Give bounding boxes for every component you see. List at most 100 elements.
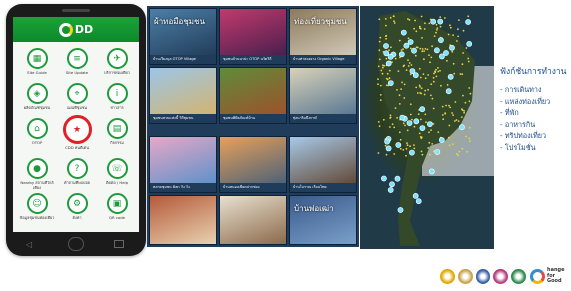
map-marker-icon[interactable] [387,187,394,193]
map-dot [401,81,403,84]
app-tile-label: Site Guide [27,71,47,75]
map-marker-icon[interactable] [434,149,441,155]
collage-photo[interactable]: บ้านหนองเขียดปากช่อง [219,136,287,193]
map-dot [385,84,388,87]
collage-photo[interactable]: ตลาดชุมชน Ban Tu Tu [149,136,217,193]
map-dot [414,19,416,22]
map-marker-icon[interactable] [409,149,415,156]
map-dot [454,101,457,103]
map-dot [433,72,435,75]
map-marker-icon[interactable] [430,18,437,25]
map-marker-icon[interactable] [419,106,426,113]
map-marker-icon[interactable] [403,42,410,49]
collage-photo[interactable]: ชุมชนสวนแห่งนี้ วิถีชุมชน [149,67,217,124]
map-marker-icon[interactable] [400,29,407,36]
map-marker-icon[interactable] [447,73,454,80]
map-marker-icon[interactable] [449,44,455,51]
app-tile[interactable]: ? คำถามที่พบบ่อย [57,158,97,190]
collage-photo[interactable]: ทุ่งนาริมบึงกาฬ [289,67,357,124]
map-marker-icon[interactable] [384,138,390,145]
map-marker-icon[interactable] [387,53,394,60]
map-marker-icon[interactable] [389,181,395,188]
map-marker-icon[interactable] [438,137,445,143]
map-dot [460,116,463,118]
map-marker-icon[interactable] [383,50,390,57]
map-dot [389,116,392,119]
map-dot [425,121,427,124]
map-dot [451,50,454,53]
map-marker-icon[interactable] [411,47,417,54]
map-marker-icon[interactable] [427,121,433,127]
map-dot [464,101,467,104]
cdd-seal-icon [475,268,491,284]
collage-photo[interactable]: ผ้าทอมือชุมชน บ้านเวียงนุล OTOP Village [149,8,217,65]
map-dot [424,113,427,116]
app-tile[interactable]: ★ CDD คนดีเด่น [57,115,97,155]
collage-photo[interactable]: ชุมชนพิพิธภัณฑ์บ้าน [219,67,287,124]
map-marker-icon[interactable] [413,118,420,125]
map-marker-icon[interactable] [434,47,440,54]
collage-photo[interactable]: ท่องเที่ยวชุมชน บ้านท่าสองยาง Organic Vil… [289,8,357,65]
app-tile[interactable]: ▦ Site Guide [17,48,57,80]
map-marker-icon[interactable] [385,145,392,152]
map-marker-icon[interactable] [443,50,449,56]
back-icon[interactable]: ◁ [26,240,32,249]
app-tile-label: Site Update [65,71,89,75]
map-marker-icon[interactable] [438,37,444,43]
map-marker-icon[interactable] [466,41,473,47]
map-dot [393,126,396,129]
map-marker-icon[interactable] [383,43,389,49]
map-marker-icon[interactable] [445,88,452,95]
map-marker-icon[interactable] [465,19,471,25]
map-markers-layer [377,11,475,246]
map-marker-icon[interactable] [428,168,435,175]
app-tile[interactable]: ● Nearby สถานที่ใกล้เคียง [17,158,57,190]
collage-photo[interactable]: บ้านโบราณ เรือนไทย [289,136,357,193]
map-marker-icon[interactable] [385,60,392,67]
map-dot [396,89,398,91]
map-marker-icon[interactable] [395,142,402,148]
app-tile[interactable]: ✈ บริการท่องเที่ยว [97,48,137,80]
map-marker-icon[interactable] [412,192,419,199]
map-marker-icon[interactable] [459,124,465,131]
app-tile[interactable]: ⌖ แผนที่ชุมชน [57,83,97,115]
app-tile[interactable]: ☏ ติดต่อ / Help [97,158,137,190]
map-dot [426,48,429,51]
app-tile[interactable]: ◈ ผลิตภัณฑ์ชุมชน [17,83,57,115]
app-tile-label: ตั้งค่า [72,216,82,220]
collage-photo[interactable]: ชุมชนบ้านนาปะ OTOP นวัตวิถี [219,8,287,65]
app-tile[interactable]: ⚙ ตั้งค่า [57,193,97,225]
logo-text: DD [74,23,94,36]
map-marker-icon[interactable] [394,175,401,182]
recent-apps-icon[interactable] [114,240,124,248]
map-dot [399,138,402,141]
app-tile-label: CDD คนดีเด่น [65,146,89,150]
map-marker-icon[interactable] [399,114,406,121]
map-marker-icon[interactable] [397,207,404,213]
map-marker-icon[interactable] [419,125,426,131]
app-tile[interactable]: ⌂ OTOP [17,118,57,155]
map-dot [467,60,470,63]
app-tile[interactable]: ▣ QR code [97,193,137,225]
map-marker-icon[interactable] [437,18,444,25]
map-dot [441,105,444,108]
map-marker-icon[interactable] [406,120,413,126]
collage-photo[interactable] [219,195,287,245]
home-button[interactable] [68,237,84,251]
app-tile[interactable]: ☺ ข้อมูลชุมชนท่องเที่ยว [17,193,57,225]
map-marker-icon[interactable] [387,80,394,86]
map-marker-icon[interactable] [407,39,414,45]
map-dot [419,76,422,79]
map-marker-icon[interactable] [380,175,387,182]
photo-caption: ทุ่งนาริมบึงกาฬ [290,114,356,123]
collage-photo[interactable]: บ้านพ่อเฒ่า [289,195,357,245]
map-marker-icon[interactable] [412,72,419,79]
app-tile[interactable]: i ข่าวสาร [97,83,137,115]
app-menu-grid: ▦ Site Guide ≡ Site Update ✈ บริการท่องเที่ยว… [13,42,139,225]
map-marker-icon[interactable] [415,198,422,205]
map-marker-icon[interactable] [398,51,405,58]
app-tile[interactable]: ≡ Site Update [57,48,97,80]
map-dot [429,61,431,64]
app-tile[interactable]: ▤ กิจกรรม [97,118,137,155]
collage-photo[interactable] [149,195,217,245]
